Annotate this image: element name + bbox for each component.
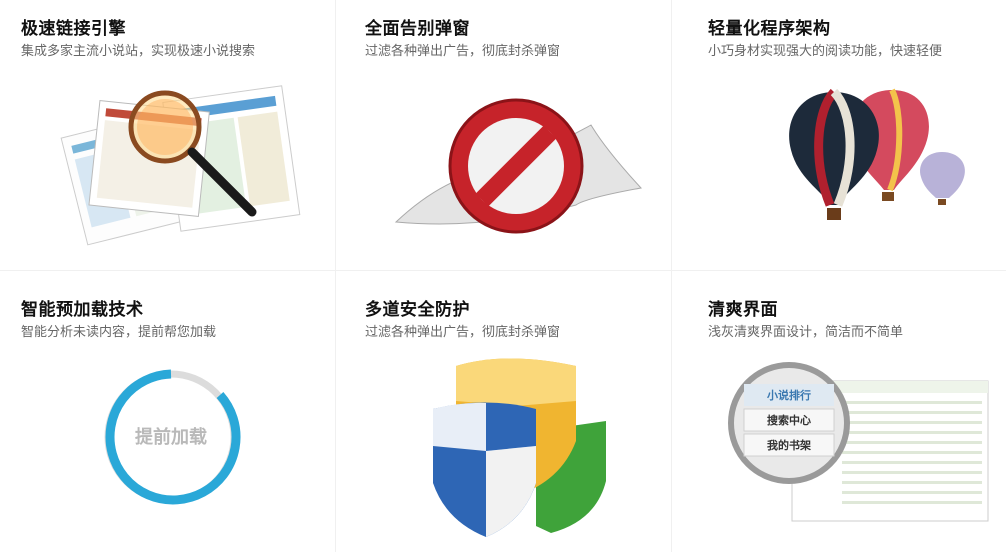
menu-item-bookshelf: 我的书架 (767, 438, 811, 452)
ring-label: 提前加载 (135, 426, 207, 448)
no-popup-icon (394, 98, 642, 234)
feature-card-security: 多道安全防护 过滤各种弹出广告，彻底封杀弹窗 (336, 271, 671, 552)
preload-ring-icon: 提前加载 (104, 369, 241, 505)
shield-icon (433, 358, 606, 537)
magnifier-icon (60, 85, 301, 246)
feature-card-clean-ui: 清爽界面 浅灰清爽界面设计，简洁而不简单 小说排行 搜索中心 我的书架 (672, 271, 1006, 552)
feature-card-preload: 智能预加载技术 智能分析未读内容，提前帮您加载 提前加载 (0, 271, 335, 552)
feature-grid: 极速链接引擎 集成多家主流小说站，实现极速小说搜索 全面告别弹窗 过滤各种弹出广… (0, 0, 1006, 552)
interface-magnifier-icon: 小说排行 搜索中心 我的书架 (728, 362, 989, 522)
hot-air-balloon-icon (789, 88, 965, 220)
feature-card-fast-engine: 极速链接引擎 集成多家主流小说站，实现极速小说搜索 (0, 0, 335, 270)
menu-item-search: 搜索中心 (767, 413, 811, 427)
feature-card-lightweight: 轻量化程序架构 小巧身材实现强大的阅读功能，快速轻便 (672, 0, 1006, 270)
menu-item-ranking: 小说排行 (766, 388, 811, 402)
feature-card-no-popup: 全面告别弹窗 过滤各种弹出广告，彻底封杀弹窗 (336, 0, 671, 270)
